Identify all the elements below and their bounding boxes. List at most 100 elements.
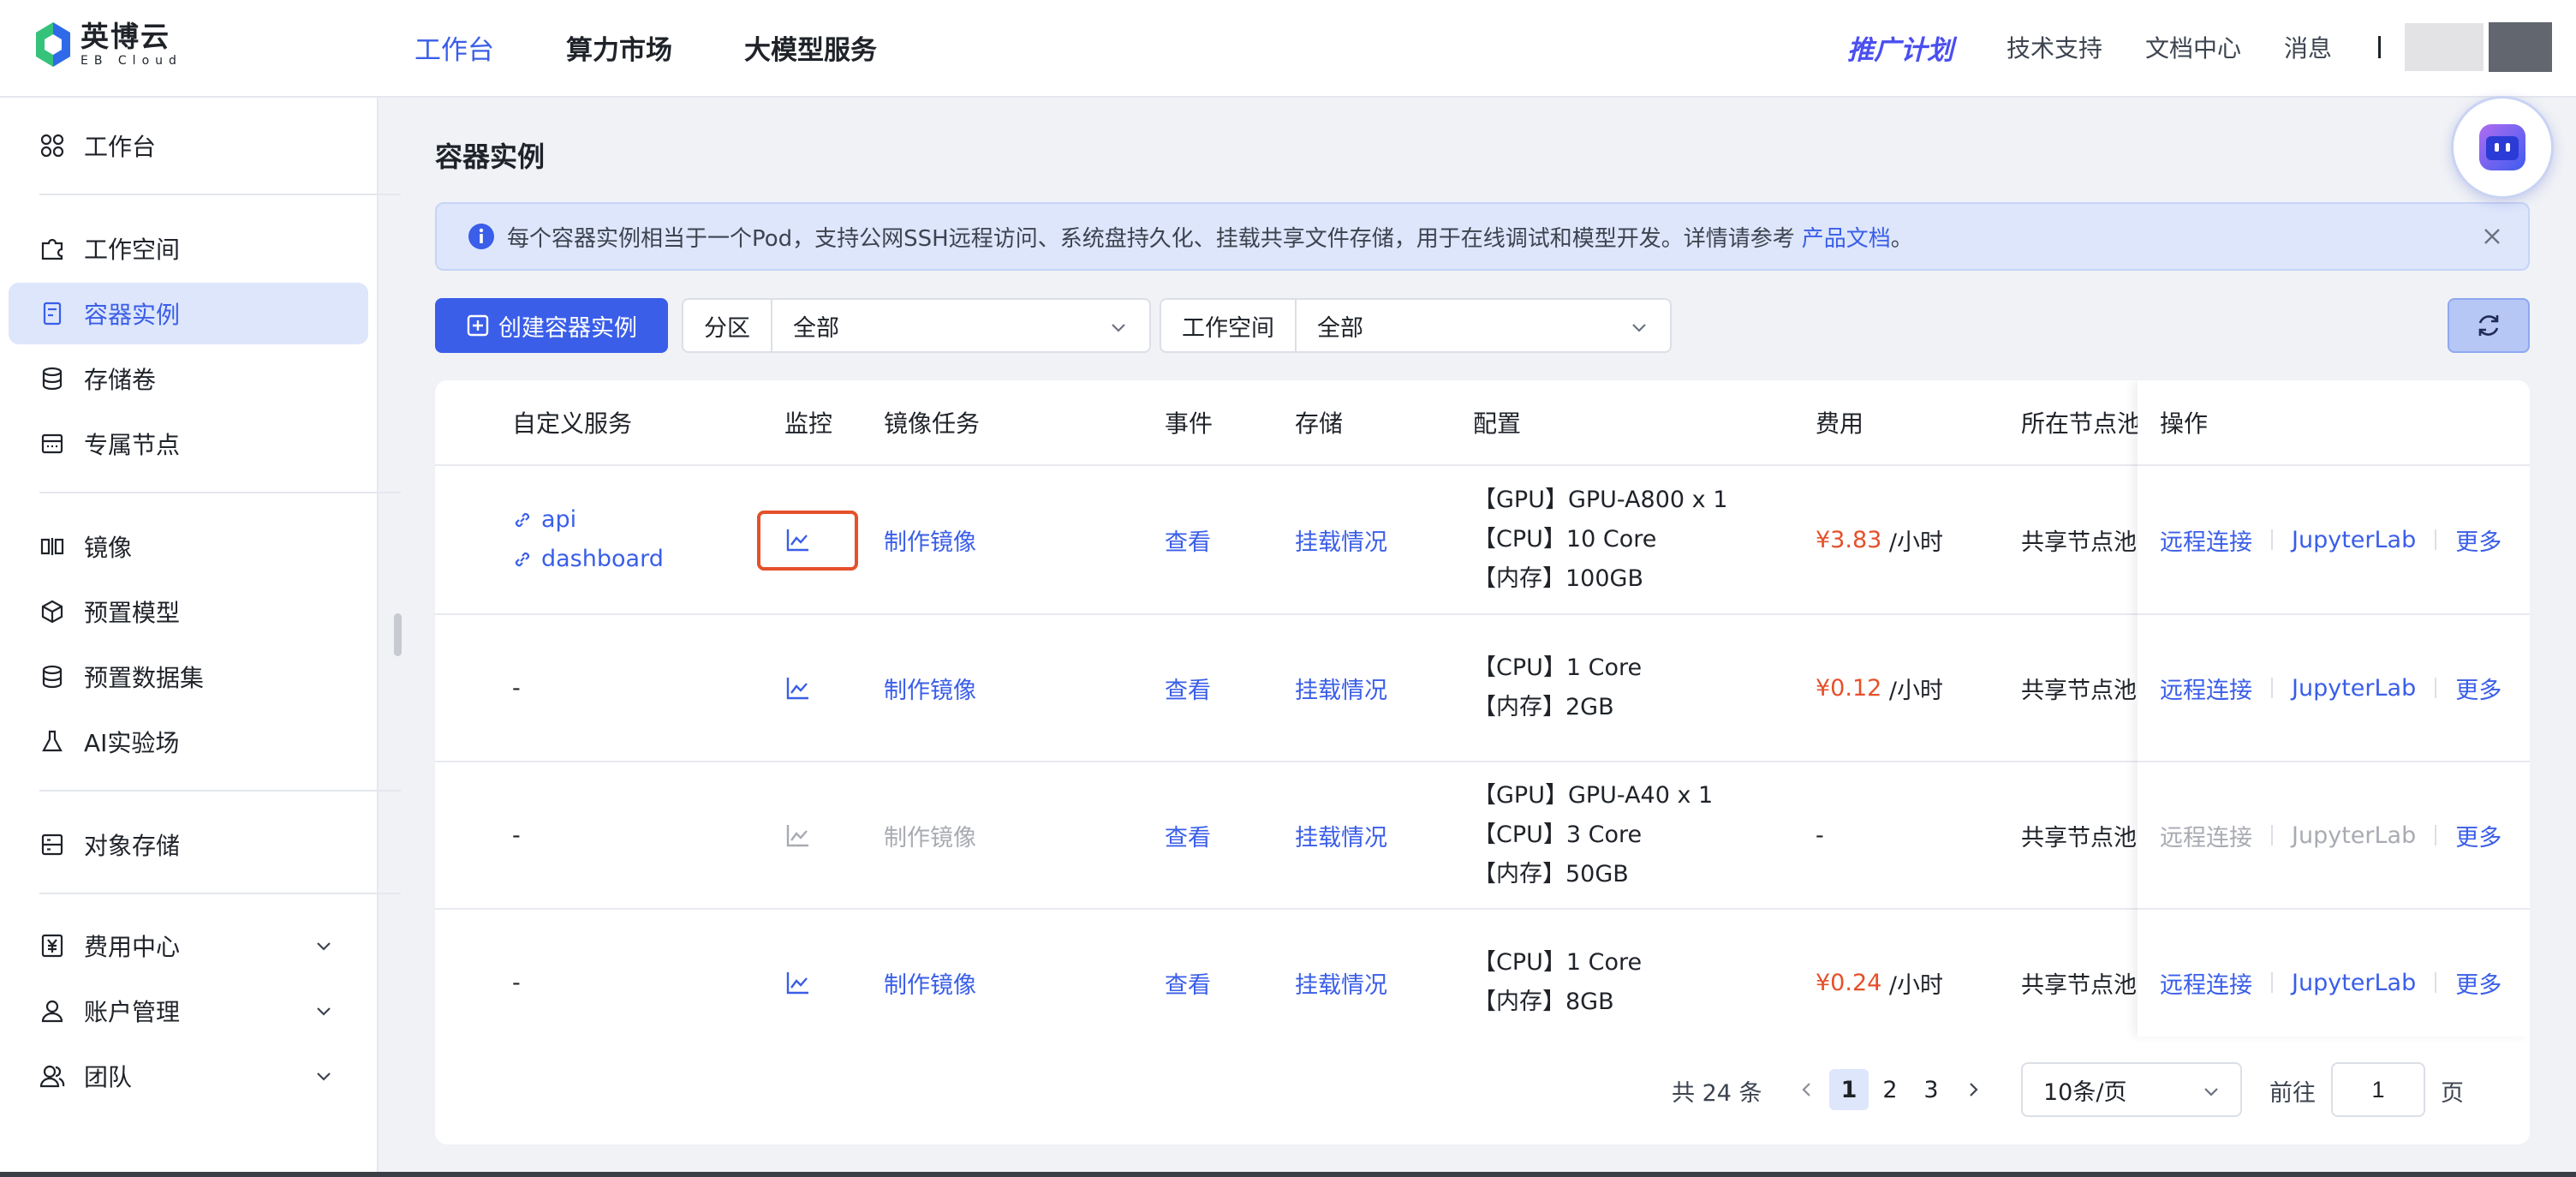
promo-link[interactable]: 推广计划 — [1847, 28, 1953, 67]
close-icon[interactable] — [2480, 224, 2504, 248]
sidebar-item-label: 容器实例 — [84, 301, 181, 329]
jupyterlab-link[interactable]: JupyterLab — [2292, 527, 2416, 553]
nav-llm-service[interactable]: 大模型服务 — [744, 28, 877, 67]
image-icon — [40, 538, 64, 555]
remote-connect-link[interactable]: 远程连接 — [2160, 672, 2252, 705]
node-pool-cell: 共享节点池 — [2021, 677, 2137, 704]
sidebar-item-workbench[interactable]: 工作台 — [9, 115, 368, 176]
remote-connect-link[interactable]: 远程连接 — [2160, 523, 2252, 557]
make-image-link[interactable]: 制作镜像 — [884, 615, 976, 761]
link-icon — [515, 512, 530, 528]
more-link[interactable]: 更多 — [2455, 523, 2501, 557]
col-monitor: 监控 — [784, 409, 833, 438]
mount-status-link[interactable]: 挂载情况 — [1295, 910, 1387, 1055]
sidebar-item-billing[interactable]: 费用中心 — [9, 915, 368, 977]
docs-link[interactable]: 文档中心 — [2145, 30, 2241, 64]
view-event-link[interactable]: 查看 — [1165, 910, 1211, 1055]
service-link-label: dashboard — [541, 546, 664, 572]
view-event-link[interactable]: 查看 — [1165, 466, 1211, 613]
sidebar-item-dedicated-node[interactable]: 专属节点 — [9, 413, 368, 475]
product-docs-link[interactable]: 产品文档 — [1802, 221, 1891, 253]
nav-workbench[interactable]: 工作台 — [414, 28, 494, 67]
goto-page-input[interactable] — [2331, 1062, 2425, 1117]
database-icon — [42, 367, 63, 391]
prev-page-icon[interactable] — [1797, 1079, 1817, 1100]
view-event-link[interactable]: 查看 — [1165, 762, 1211, 908]
more-link[interactable]: 更多 — [2455, 819, 2501, 852]
custom-service-cell: - — [512, 822, 521, 849]
service-link-dashboard[interactable]: dashboard — [512, 540, 664, 579]
make-image-link: 制作镜像 — [884, 824, 976, 851]
ops-cell: 远程连接 JupyterLab 更多 — [2160, 615, 2501, 761]
create-instance-button[interactable]: 创建容器实例 — [435, 298, 668, 353]
cost-cell: ¥0.12 /小时 — [1816, 615, 1943, 761]
nav-compute-market[interactable]: 算力市场 — [566, 28, 672, 67]
refresh-button[interactable] — [2448, 298, 2530, 353]
sidebar-divider — [39, 790, 401, 792]
assistant-widget[interactable] — [2451, 96, 2554, 199]
zone-select[interactable]: 全部 — [772, 300, 1149, 351]
mount-status-link[interactable]: 挂载情况 — [1295, 615, 1387, 761]
mount-status-link[interactable]: 挂载情况 — [1295, 466, 1387, 613]
service-link-api[interactable]: api — [512, 500, 576, 540]
jupyterlab-link[interactable]: JupyterLab — [2292, 970, 2416, 996]
sidebar-item-ai-lab[interactable]: AI实验场 — [9, 711, 368, 773]
sidebar-item-label: 预置模型 — [84, 599, 181, 627]
config-memory: 【内存】8GB — [1473, 989, 1614, 1015]
more-link[interactable]: 更多 — [2455, 966, 2501, 1000]
col-cost: 费用 — [1816, 409, 1864, 438]
workspace-filter[interactable]: 工作空间 全部 — [1160, 298, 1672, 353]
price-value: ¥0.12 — [1816, 674, 1882, 702]
sidebar-item-object-storage[interactable]: 对象存储 — [9, 814, 368, 875]
page-1[interactable]: 1 — [1829, 1069, 1869, 1110]
view-event-link[interactable]: 查看 — [1165, 615, 1211, 761]
messages-link[interactable]: 消息 — [2284, 30, 2332, 64]
monitor-cell[interactable] — [784, 615, 812, 761]
col-custom-service: 自定义服务 — [512, 409, 633, 438]
mount-status-link[interactable]: 挂载情况 — [1295, 762, 1387, 908]
col-storage: 存储 — [1295, 409, 1344, 438]
sidebar-item-preset-dataset[interactable]: 预置数据集 — [9, 646, 368, 708]
node-pool-cell: 共享节点池 — [2021, 824, 2137, 851]
avatar[interactable] — [2489, 22, 2552, 72]
sidebar-item-container-instance[interactable]: 容器实例 — [9, 283, 368, 344]
monitor-cell[interactable] — [784, 910, 812, 1055]
sidebar-item-account[interactable]: 账户管理 — [9, 980, 368, 1042]
workspace-select[interactable]: 全部 — [1297, 300, 1670, 351]
sidebar-item-workspace[interactable]: 工作空间 — [9, 218, 368, 279]
make-image-link[interactable]: 制作镜像 — [884, 910, 976, 1055]
sidebar-divider — [39, 893, 401, 894]
tech-support-link[interactable]: 技术支持 — [2007, 30, 2102, 64]
page-3[interactable]: 3 — [1911, 1069, 1951, 1110]
zone-filter[interactable]: 分区 全部 — [682, 298, 1151, 353]
dataset-icon — [42, 665, 63, 689]
chart-line-icon — [786, 678, 808, 700]
more-link[interactable]: 更多 — [2455, 672, 2501, 705]
server-icon — [41, 433, 63, 454]
sidebar-item-label: 工作空间 — [84, 236, 181, 264]
jupyterlab-link[interactable]: JupyterLab — [2292, 675, 2416, 702]
chevron-down-icon — [317, 1007, 331, 1016]
col-event: 事件 — [1165, 409, 1213, 438]
node-pool-cell: 共享节点池 — [2021, 529, 2137, 556]
sidebar-item-preset-model[interactable]: 预置模型 — [9, 581, 368, 642]
remote-connect-link[interactable]: 远程连接 — [2160, 966, 2252, 1000]
sidebar-item-image[interactable]: 镜像 — [9, 516, 368, 577]
page-2[interactable]: 2 — [1870, 1069, 1910, 1110]
config-cell: 【CPU】1 Core 【内存】2GB — [1473, 615, 1642, 761]
config-memory: 【内存】50GB — [1473, 861, 1629, 887]
page-size-select[interactable]: 10条/页 — [2021, 1062, 2242, 1117]
toolbar: 创建容器实例 分区 全部 工作空间 全部 — [435, 298, 2530, 353]
make-image-link[interactable]: 制作镜像 — [884, 466, 976, 613]
sidebar-item-storage-volume[interactable]: 存储卷 — [9, 348, 368, 409]
next-page-icon[interactable] — [1963, 1079, 1983, 1100]
robot-icon — [2479, 124, 2525, 170]
sidebar-item-label: 工作台 — [84, 133, 157, 161]
username-blurred[interactable] — [2405, 23, 2484, 71]
col-image-task: 镜像任务 — [884, 409, 981, 438]
chart-line-icon — [786, 825, 808, 847]
logo[interactable]: 英博云 EB Cloud — [34, 21, 182, 69]
sidebar-resize-handle[interactable] — [394, 613, 402, 656]
link-icon — [515, 552, 530, 567]
cost-cell: ¥3.83 /小时 — [1816, 466, 1943, 613]
